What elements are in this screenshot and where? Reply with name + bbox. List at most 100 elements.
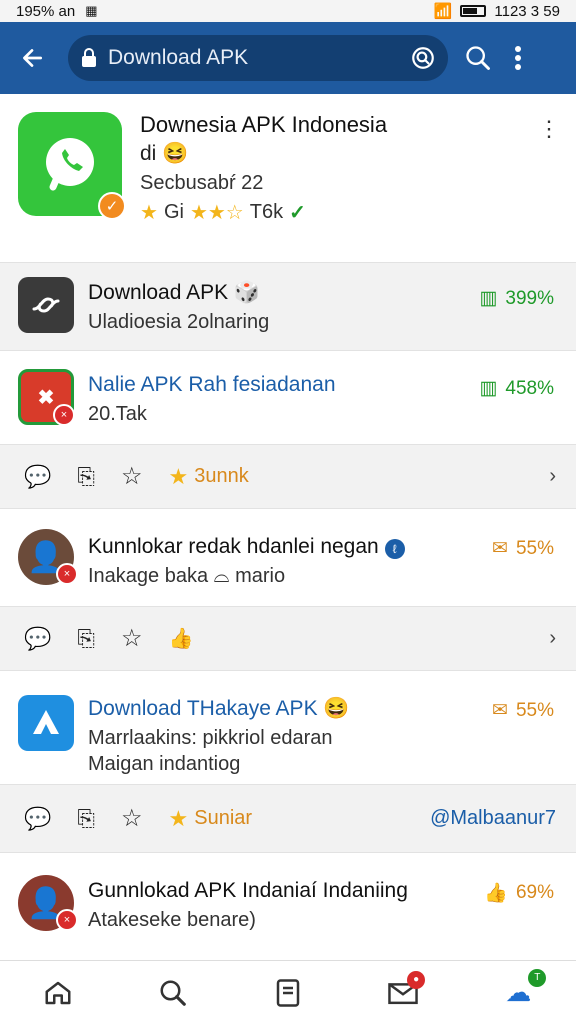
wifi-icon: 📶: [433, 3, 453, 20]
list-item[interactable]: Download THakaye APK 😆 Marrlaakins: pikk…: [0, 670, 576, 784]
status-left-text: 195% an: [16, 2, 76, 20]
item-metric-value: 458%: [505, 377, 554, 399]
item-thumbnail: [18, 277, 74, 333]
plane-icon: [33, 710, 59, 734]
user-icon: ⌓: [213, 565, 230, 587]
share-icon[interactable]: ⎘: [77, 626, 95, 652]
item-title: Nalie APK Rah fesiadanan: [88, 373, 336, 396]
list-item[interactable]: Download APK 🎲 Uladioesia 2olnaring ▥ 39…: [0, 262, 576, 350]
item-metric: ▥ 399%: [479, 287, 554, 310]
app-rating: ★ Gi ★★☆ T6k ✓: [140, 200, 306, 225]
link-icon: [32, 297, 60, 313]
search-button[interactable]: [458, 36, 498, 80]
star-outline-icon[interactable]: ☆: [121, 804, 143, 833]
star-outline-icon[interactable]: ☆: [121, 624, 143, 653]
item-badge-icon: ×: [56, 563, 78, 585]
nav-search[interactable]: [149, 969, 197, 1017]
item-subtitle: 20.Tak: [88, 403, 147, 425]
item-metric-value: 69%: [515, 882, 554, 903]
item-action-bar: 💬 ⎘ ☆ ★ Suniar @Malbaanur7: [0, 784, 576, 852]
comment-icon[interactable]: 💬: [24, 626, 51, 652]
star-icon: ★: [168, 463, 189, 489]
item-subtitle: Inakage baka ⌓ mario: [88, 565, 285, 588]
item-badge-icon: ×: [56, 909, 78, 931]
action-label[interactable]: Suniar: [194, 807, 252, 830]
thumbs-up-icon[interactable]: 👍: [169, 626, 194, 651]
verified-icon: ℓ: [384, 539, 405, 559]
app-more-button[interactable]: ⋮: [538, 116, 560, 142]
list-item[interactable]: ✖ × Nalie APK Rah fesiadanan 20.Tak ▥ 45…: [0, 350, 576, 444]
status-time: 1123 3 59: [494, 2, 560, 20]
app-title: Downesia APK Indonesia: [140, 112, 388, 137]
nav-messages[interactable]: ●: [379, 969, 427, 1017]
item-title: Download THakaye APK 😆: [88, 697, 350, 720]
search-icon: [160, 980, 186, 1006]
item-metric-value: 55%: [515, 699, 554, 721]
app-subtitle: di 😆: [140, 142, 189, 165]
nav-home[interactable]: [34, 969, 82, 1017]
battery-icon: [460, 5, 487, 17]
trend-up-icon: ▥: [479, 378, 498, 399]
search-lens-icon[interactable]: [410, 45, 436, 71]
chevron-right-icon[interactable]: ›: [549, 465, 556, 488]
search-input-value: Download APK: [108, 46, 249, 69]
whatsapp-icon: [46, 138, 94, 191]
more-options-button[interactable]: [498, 36, 538, 80]
item-action-bar: 💬 ⎘ ☆ ★ 3unnk ›: [0, 444, 576, 508]
item-subtitle-2: Maigan indantiog: [88, 753, 241, 775]
verified-badge-icon: ✓: [98, 192, 126, 220]
thumbs-up-icon: 👍: [484, 883, 508, 904]
chevron-right-icon[interactable]: ›: [549, 627, 556, 650]
avatar: 👤 ×: [18, 529, 78, 585]
item-subtitle-text: Inakage baka: [88, 565, 209, 587]
item-title: Download APK 🎲: [88, 281, 261, 304]
status-badge-icon: T: [528, 968, 547, 987]
item-metric: ✉ 55%: [492, 537, 554, 560]
avatar: 👤 ×: [18, 875, 78, 931]
trend-up-icon: ▥: [479, 288, 498, 309]
mail-badge-icon: ✉: [492, 538, 508, 559]
notification-badge-icon: ●: [407, 970, 426, 989]
document-icon: [276, 978, 300, 1007]
item-thumbnail: [18, 695, 74, 751]
lock-icon: [82, 48, 96, 67]
rating-count: T6k: [249, 201, 284, 223]
star-outline-icon[interactable]: ☆: [121, 462, 143, 491]
profile-icon: ☁: [505, 977, 532, 1007]
stars-icon: ★★☆: [189, 202, 244, 224]
action-right-link[interactable]: @Malbaanur7: [430, 807, 556, 830]
search-icon: [466, 46, 490, 70]
list-item[interactable]: 👤 × Kunnlokar redak hdanlei negan ℓ Inak…: [0, 508, 576, 606]
comment-icon[interactable]: 💬: [24, 464, 51, 490]
nav-library[interactable]: [264, 969, 312, 1017]
top-bar: Download APK: [0, 22, 576, 94]
more-vert-icon: [515, 46, 521, 70]
check-icon: ✓: [289, 202, 306, 224]
star-icon: ★: [140, 202, 158, 224]
item-metric: ✉ 55%: [492, 699, 554, 722]
item-title: Kunnlokar redak hdanlei negan ℓ: [88, 535, 405, 559]
star-icon: ★: [168, 805, 189, 831]
item-subtitle: Atakeseke benare): [88, 909, 256, 931]
item-metric: 👍 69%: [484, 881, 554, 905]
share-icon[interactable]: ⎘: [77, 464, 95, 490]
back-button[interactable]: [10, 36, 54, 80]
rating-label: Gi: [163, 201, 184, 223]
item-action-bar: 💬 ⎘ ☆ 👍 ›: [0, 606, 576, 670]
item-title-text: Kunnlokar redak hdanlei negan: [88, 535, 379, 558]
sim-icon: ▦: [85, 3, 98, 18]
mail-badge-icon: ✉: [492, 700, 508, 721]
action-label[interactable]: 3unnk: [194, 465, 249, 488]
app-header-card[interactable]: ✓ Downesia APK Indonesia di 😆 Secbusabŕ …: [0, 94, 576, 260]
app-icon[interactable]: ✓: [18, 112, 126, 220]
list-item[interactable]: 👤 × Gunnlokad APK Indaniaí Indaniing Ata…: [0, 852, 576, 950]
bottom-navigation: ● ☁ T: [0, 960, 576, 1024]
item-metric-value: 55%: [515, 537, 554, 559]
status-bar: 195% an ▦ 📶 1123 3 59: [0, 0, 576, 22]
search-input[interactable]: Download APK: [68, 35, 448, 81]
app-date: Secbusabŕ 22: [140, 172, 264, 194]
item-title: Gunnlokad APK Indaniaí Indaniing: [88, 879, 408, 902]
comment-icon[interactable]: 💬: [24, 806, 51, 832]
nav-profile[interactable]: ☁ T: [494, 968, 547, 1017]
share-icon[interactable]: ⎘: [77, 806, 95, 832]
